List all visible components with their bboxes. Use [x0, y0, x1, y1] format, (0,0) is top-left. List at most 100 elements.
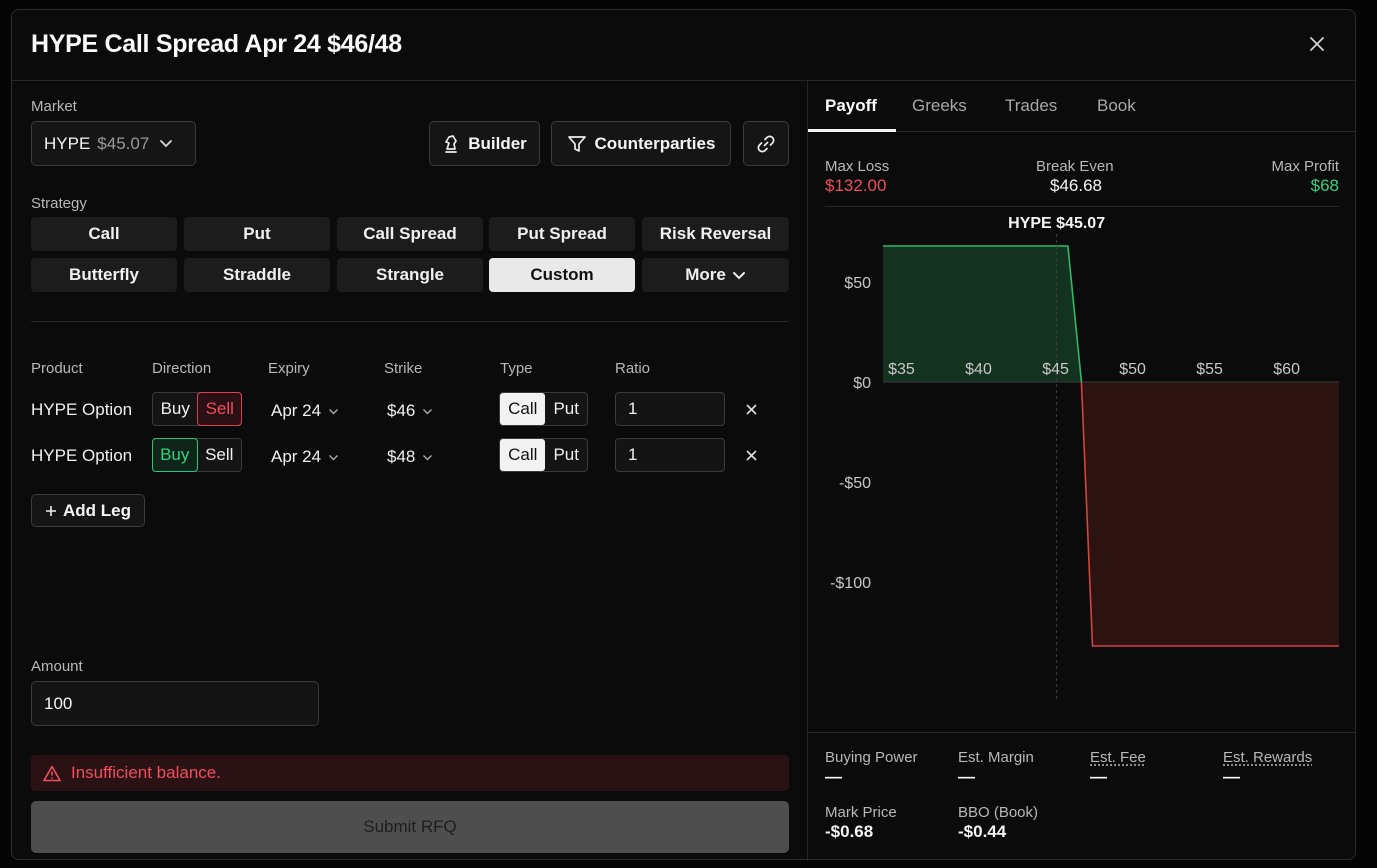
- est-margin-value: —: [958, 767, 975, 786]
- strategy-strangle[interactable]: Strangle: [337, 258, 483, 292]
- share-link-button[interactable]: [743, 121, 789, 166]
- counterparties-button[interactable]: Counterparties: [551, 121, 731, 166]
- max-profit-value: $68: [1310, 176, 1339, 195]
- leg-1-direction-toggle: Buy Sell: [152, 392, 242, 426]
- bbo-label: BBO (Book): [958, 804, 1039, 821]
- tab-payoff[interactable]: Payoff: [825, 96, 877, 116]
- col-product: Product: [31, 360, 83, 377]
- est-margin-label: Est. Margin: [958, 749, 1034, 766]
- max-loss-label: Max Loss: [825, 158, 890, 175]
- buying-power-value: —: [825, 767, 842, 786]
- submit-rfq-button[interactable]: Submit RFQ: [31, 801, 789, 853]
- leg-2-expiry: Apr 24: [271, 447, 322, 466]
- y-tick-label: $0: [853, 375, 871, 392]
- strategy-label: Strategy: [31, 195, 87, 212]
- leg-1-remove-button[interactable]: [743, 401, 759, 417]
- leg-2-put-button[interactable]: Put: [545, 439, 587, 471]
- rfq-modal: HYPE Call Spread Apr 24 $46/48 Market HY…: [11, 9, 1356, 860]
- est-fee-value: —: [1090, 767, 1107, 786]
- builder-button[interactable]: Builder: [429, 121, 540, 166]
- leg-1-ratio-input[interactable]: [615, 392, 725, 426]
- chevron-down-icon: [423, 454, 433, 460]
- active-tab-indicator: [808, 129, 896, 132]
- leg-2-ratio-input[interactable]: [615, 438, 725, 472]
- market-price: $45.07: [97, 133, 150, 153]
- y-tick-label: $50: [844, 275, 871, 292]
- tab-trades[interactable]: Trades: [1005, 96, 1057, 116]
- tab-book[interactable]: Book: [1097, 96, 1136, 116]
- est-fee-label[interactable]: Est. Fee: [1090, 749, 1146, 766]
- leg-1-put-button[interactable]: Put: [545, 393, 587, 425]
- close-icon: [745, 403, 757, 415]
- bbo-value: -$0.44: [958, 822, 1007, 841]
- mark-price-value: -$0.68: [825, 822, 874, 841]
- leg-1-sell-button[interactable]: Sell: [197, 392, 242, 426]
- leg-1-expiry: Apr 24: [271, 401, 322, 420]
- leg-2-sell-button[interactable]: Sell: [198, 439, 242, 471]
- strategy-put[interactable]: Put: [184, 217, 330, 251]
- close-button[interactable]: [1305, 32, 1329, 56]
- chevron-down-icon: [159, 139, 173, 148]
- leg-1-strike: $46: [387, 401, 416, 420]
- leg-1-buy-button[interactable]: Buy: [153, 393, 197, 425]
- leg-1-strike-select[interactable]: $46: [387, 401, 433, 421]
- mark-price-label: Mark Price: [825, 804, 897, 821]
- leg-2-product: HYPE Option: [31, 446, 133, 465]
- warning-icon: [43, 765, 61, 781]
- summary-divider: [808, 732, 1355, 733]
- market-label: Market: [31, 98, 77, 115]
- leg-1-expiry-select[interactable]: Apr 24: [271, 401, 339, 421]
- section-divider: [31, 321, 789, 322]
- close-icon: [1310, 37, 1324, 51]
- strategy-custom[interactable]: Custom: [489, 258, 635, 292]
- col-type: Type: [500, 360, 533, 377]
- strategy-call-spread[interactable]: Call Spread: [337, 217, 483, 251]
- col-expiry: Expiry: [268, 360, 310, 377]
- x-tick-label: $40: [965, 361, 992, 378]
- x-tick-label: $35: [888, 361, 915, 378]
- error-message: Insufficient balance.: [71, 763, 221, 782]
- col-ratio: Ratio: [615, 360, 651, 377]
- leg-2-direction-toggle: Buy Sell: [152, 438, 242, 472]
- leg-2-call-button[interactable]: Call: [500, 439, 546, 471]
- builder-label: Builder: [468, 133, 527, 153]
- x-tick-label: $45: [1042, 361, 1069, 378]
- break-even-value: $46.68: [1050, 176, 1102, 195]
- est-rewards-label[interactable]: Est. Rewards: [1223, 749, 1312, 766]
- x-tick-label: $50: [1119, 361, 1146, 378]
- order-form: Market HYPE $45.07 Builder Counterpartie…: [12, 81, 808, 859]
- add-leg-button[interactable]: Add Leg: [31, 494, 145, 527]
- chevron-down-icon: [423, 408, 433, 414]
- close-icon: [745, 449, 757, 461]
- modal-header: HYPE Call Spread Apr 24 $46/48: [12, 10, 1355, 81]
- loss-area: [1081, 382, 1339, 646]
- payoff-chart: HYPE $45.07 $50 $0 -$50 -$100 $35 $40 $45 $50 $55…: [830, 215, 1339, 701]
- stats-divider: [825, 206, 1339, 207]
- link-icon: [757, 135, 775, 152]
- max-profit-label: Max Profit: [1271, 158, 1339, 175]
- leg-2-expiry-select[interactable]: Apr 24: [271, 447, 339, 467]
- chevron-down-icon: [329, 408, 339, 414]
- col-strike: Strike: [384, 360, 423, 377]
- x-tick-label: $55: [1196, 361, 1223, 378]
- strategy-more[interactable]: More: [642, 258, 789, 292]
- amount-input[interactable]: [31, 681, 319, 726]
- tab-greeks[interactable]: Greeks: [912, 96, 967, 116]
- current-price-label: HYPE $45.07: [1008, 215, 1105, 232]
- leg-1-call-button[interactable]: Call: [500, 393, 546, 425]
- strategy-put-spread[interactable]: Put Spread: [489, 217, 635, 251]
- strategy-butterfly[interactable]: Butterfly: [31, 258, 177, 292]
- max-loss-value: $132.00: [825, 176, 887, 195]
- counterparties-label: Counterparties: [594, 133, 716, 153]
- strategy-call[interactable]: Call: [31, 217, 177, 251]
- leg-2-strike-select[interactable]: $48: [387, 447, 433, 467]
- market-select[interactable]: HYPE $45.07: [31, 121, 196, 166]
- strategy-more-label: More: [685, 265, 726, 284]
- y-tick-label: -$50: [839, 475, 871, 492]
- leg-2-buy-button[interactable]: Buy: [152, 438, 198, 472]
- leg-2-remove-button[interactable]: [743, 447, 759, 463]
- plus-icon: [46, 505, 56, 516]
- buying-power-label: Buying Power: [825, 749, 918, 766]
- strategy-risk-reversal[interactable]: Risk Reversal: [642, 217, 789, 251]
- strategy-straddle[interactable]: Straddle: [184, 258, 330, 292]
